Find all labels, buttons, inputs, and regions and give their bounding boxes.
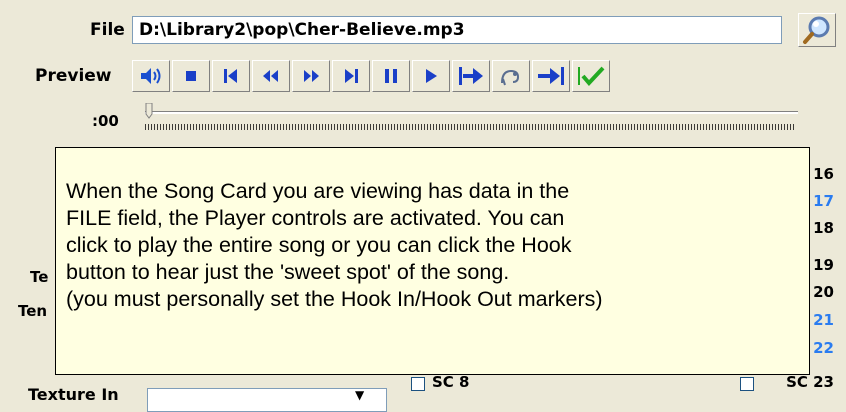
tooltip-line: click to play the entire song or you can…	[66, 233, 572, 257]
stop-button[interactable]	[172, 60, 210, 92]
preview-label: Preview	[35, 66, 112, 86]
position-slider-ticks	[145, 124, 795, 130]
tooltip-line: button to hear just the 'sweet spot' of …	[66, 260, 510, 284]
position-time-label: :00	[92, 112, 119, 130]
fast-forward-icon	[304, 70, 319, 82]
speaker-icon	[141, 68, 161, 84]
check-icon	[578, 66, 605, 86]
player-help-tooltip: When the Song Card you are viewing has d…	[55, 147, 810, 375]
play-from-hook-icon	[459, 67, 483, 85]
skip-to-start-button[interactable]	[212, 60, 250, 92]
skip-to-start-icon	[224, 69, 237, 83]
play-to-hook-end-button[interactable]	[532, 60, 570, 92]
song-card-17[interactable]: 17	[813, 192, 834, 210]
play-from-hook-button[interactable]	[452, 60, 490, 92]
rewind-button[interactable]	[252, 60, 290, 92]
fast-forward-button[interactable]	[292, 60, 330, 92]
tooltip-line: When the Song Card you are viewing has d…	[66, 179, 570, 203]
texture-in-dropdown[interactable]	[147, 388, 387, 412]
browse-file-button[interactable]	[798, 13, 836, 47]
song-card-18: 18	[813, 219, 834, 237]
rewind-icon	[263, 70, 278, 82]
chevron-down-icon[interactable]: ▼	[355, 388, 364, 402]
hook-icon	[501, 69, 520, 86]
song-card-19: 19	[813, 256, 834, 274]
song-card-22[interactable]: 22	[813, 339, 834, 357]
texture-in-label: Texture In	[28, 385, 119, 404]
tooltip-line: (you must personally set the Hook In/Hoo…	[66, 287, 603, 311]
magnifier-icon	[803, 16, 830, 44]
mute-button[interactable]	[132, 60, 170, 92]
pause-button[interactable]	[372, 60, 410, 92]
song-card-8: SC 8	[432, 373, 470, 391]
song-card-8-checkbox[interactable]	[411, 377, 425, 391]
song-card-20: 20	[813, 283, 834, 301]
position-slider-track[interactable]	[145, 111, 798, 114]
pause-icon	[385, 69, 397, 83]
song-card-23-checkbox[interactable]	[740, 377, 754, 391]
tooltip-line: FILE field, the Player controls are acti…	[66, 206, 565, 230]
skip-to-end-button[interactable]	[332, 60, 370, 92]
play-icon	[426, 69, 437, 83]
position-slider-thumb[interactable]	[145, 102, 153, 119]
side-label-2: Ten	[18, 302, 48, 320]
file-path-field[interactable]: D:\Library2\pop\Cher-Believe.mp3	[132, 16, 782, 44]
side-label-1: Te	[30, 268, 49, 286]
play-to-hook-end-icon	[538, 67, 564, 85]
song-card-23: SC 23	[786, 373, 834, 391]
accept-button[interactable]	[572, 60, 610, 92]
play-button[interactable]	[412, 60, 450, 92]
song-card-21[interactable]: 21	[813, 311, 834, 329]
hook-button[interactable]	[492, 60, 530, 92]
skip-to-end-icon	[345, 69, 358, 83]
stop-icon	[186, 71, 196, 81]
song-card-16: 16	[813, 165, 834, 183]
file-label: File	[90, 20, 125, 40]
